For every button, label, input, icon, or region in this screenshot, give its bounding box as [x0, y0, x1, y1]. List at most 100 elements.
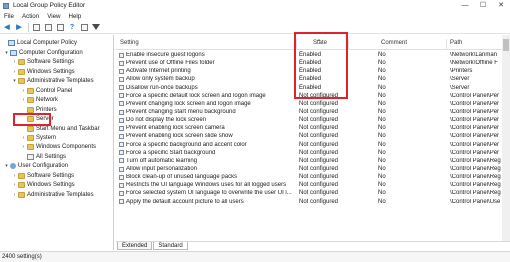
folder-icon [18, 181, 25, 188]
table-row[interactable]: Force selected system UI language to ove… [116, 189, 510, 197]
folder-icon [27, 106, 34, 113]
menu-help[interactable]: Help [65, 13, 86, 20]
scrollbar-thumb[interactable] [503, 39, 509, 51]
table-row[interactable]: Prevent changing start menu background No… [116, 108, 510, 116]
folder-icon [18, 68, 25, 75]
tab-standard[interactable]: Standard [153, 242, 188, 250]
tree-item-label: Control Panel [36, 87, 73, 94]
expand-chevron-icon[interactable]: ▾ [4, 50, 9, 56]
expand-chevron-icon[interactable]: ▾ [4, 163, 9, 169]
cell-state: Not configured [299, 100, 339, 107]
minimize-button[interactable]: — [456, 0, 474, 11]
filter-icon[interactable] [91, 22, 101, 32]
cell-setting: Force selected system UI language to ove… [126, 190, 292, 197]
tree-item[interactable]: › Windows Components [21, 142, 96, 151]
cell-path: \Control Panel\Per [450, 100, 500, 107]
table-row[interactable]: Do not display the lock screen Not config… [116, 116, 510, 124]
table-row[interactable]: Restricts the UI language Windows uses f… [116, 181, 510, 189]
maximize-button[interactable]: ☐ [474, 0, 492, 11]
table-row[interactable]: Allow input personalization Not configure… [116, 165, 510, 173]
tree-item-label: Start Menu and Taskbar [36, 125, 100, 132]
expand-chevron-icon[interactable]: › [12, 192, 17, 198]
column-divider[interactable] [446, 39, 447, 50]
export-list-icon[interactable] [55, 22, 65, 32]
cell-state: Not configured [299, 117, 339, 124]
cell-setting: Restricts the UI language Windows uses f… [126, 182, 287, 189]
table-row[interactable]: Prevent enabling lock screen camera Not c… [116, 124, 510, 132]
policy-setting-icon [119, 109, 124, 115]
tree-item-label: System [36, 134, 57, 141]
view-icon[interactable] [79, 22, 89, 32]
expand-chevron-icon[interactable]: › [21, 88, 26, 94]
menu-action[interactable]: Action [18, 13, 43, 20]
expand-chevron-icon[interactable]: › [12, 59, 17, 65]
cell-state: Not configured [299, 141, 339, 148]
menu-view[interactable]: View [43, 13, 64, 20]
cell-comment: No [378, 133, 386, 140]
policy-setting-icon [119, 150, 124, 156]
expand-chevron-icon[interactable]: › [21, 97, 26, 103]
cell-comment: No [378, 141, 386, 148]
table-row[interactable]: Turn off automatic learning Not configure… [116, 157, 510, 165]
tab-extended[interactable]: Extended [117, 242, 153, 250]
column-comment[interactable]: Comment [381, 40, 407, 46]
table-row[interactable]: Prevent enabling lock screen slide show N… [116, 132, 510, 140]
cell-state: Not configured [299, 149, 339, 156]
tree-item[interactable]: › Network [21, 95, 58, 104]
table-row[interactable]: Force a specific Start background Not con… [116, 149, 510, 157]
expand-chevron-icon[interactable]: › [12, 173, 17, 179]
cell-comment: No [378, 109, 386, 116]
tree-item[interactable]: › System [21, 133, 56, 142]
vertical-scrollbar[interactable] [502, 35, 510, 242]
menu-file[interactable]: File [0, 13, 18, 20]
forward-arrow-icon[interactable]: ▶ [14, 22, 24, 32]
tree-item[interactable]: Local Computer Policy [2, 38, 77, 47]
tree-item[interactable]: ▾ Administrative Templates [12, 76, 94, 85]
menu-bar: File Action View Help [0, 11, 510, 21]
cell-comment: No [378, 60, 386, 67]
column-divider[interactable] [348, 39, 349, 50]
policy-setting-icon [119, 125, 124, 131]
navigation-tree: Local Computer Policy ▾ Computer Configura… [0, 35, 114, 250]
tree-item[interactable]: › Software Settings [12, 57, 74, 66]
cell-setting: Prevent enabling lock screen camera [126, 125, 225, 132]
tree-item[interactable]: › Control Panel [21, 86, 72, 95]
column-path[interactable]: Path [450, 40, 462, 46]
column-setting[interactable]: Setting [120, 40, 139, 46]
cell-state: Not configured [299, 125, 339, 132]
view-tabs: Extended Standard [116, 241, 510, 250]
policy-setting-icon [119, 93, 124, 99]
tree-item-label: All Settings [36, 153, 67, 160]
cell-setting: Prevent enabling lock screen slide show [126, 133, 233, 140]
table-row[interactable]: Apply the default account picture to all… [116, 198, 510, 206]
cell-state: Not configured [299, 190, 339, 197]
properties-icon[interactable] [43, 22, 53, 32]
cell-setting: Allow input personalization [126, 166, 198, 173]
back-arrow-icon[interactable]: ◀ [2, 22, 12, 32]
policy-setting-icon [119, 52, 124, 58]
tree-item[interactable]: › Administrative Templates [12, 190, 94, 199]
expand-chevron-icon[interactable]: › [21, 144, 26, 150]
tree-item-label: Administrative Templates [27, 191, 94, 198]
table-row[interactable]: Block clean-up of unused language packs N… [116, 173, 510, 181]
tree-item[interactable]: ▾ User Configuration [4, 161, 68, 170]
cell-path: \Printers [450, 68, 473, 75]
tree-item[interactable]: All Settings [21, 152, 66, 161]
expand-chevron-icon[interactable]: › [12, 69, 17, 75]
show-hide-tree-icon[interactable] [31, 22, 41, 32]
expand-chevron-icon[interactable]: › [21, 135, 26, 141]
help-icon[interactable]: ? [67, 22, 77, 32]
tree-item[interactable]: › Windows Settings [12, 67, 75, 76]
tree-item[interactable]: › Windows Settings [12, 180, 75, 189]
cell-comment: No [378, 166, 386, 173]
policy-setting-icon [119, 117, 124, 123]
expand-chevron-icon[interactable]: ▾ [12, 78, 17, 84]
table-row[interactable]: Prevent changing lock screen and logon i… [116, 100, 510, 108]
expand-chevron-icon[interactable]: › [12, 182, 17, 188]
cell-path: \Control Panel\Reg [450, 182, 501, 189]
app-icon [3, 2, 9, 9]
close-button[interactable]: ✕ [492, 0, 510, 11]
table-row[interactable]: Force a specific background and accent c… [116, 141, 510, 149]
tree-item[interactable]: ▾ Computer Configuration [4, 48, 83, 57]
tree-item[interactable]: › Software Settings [12, 171, 74, 180]
